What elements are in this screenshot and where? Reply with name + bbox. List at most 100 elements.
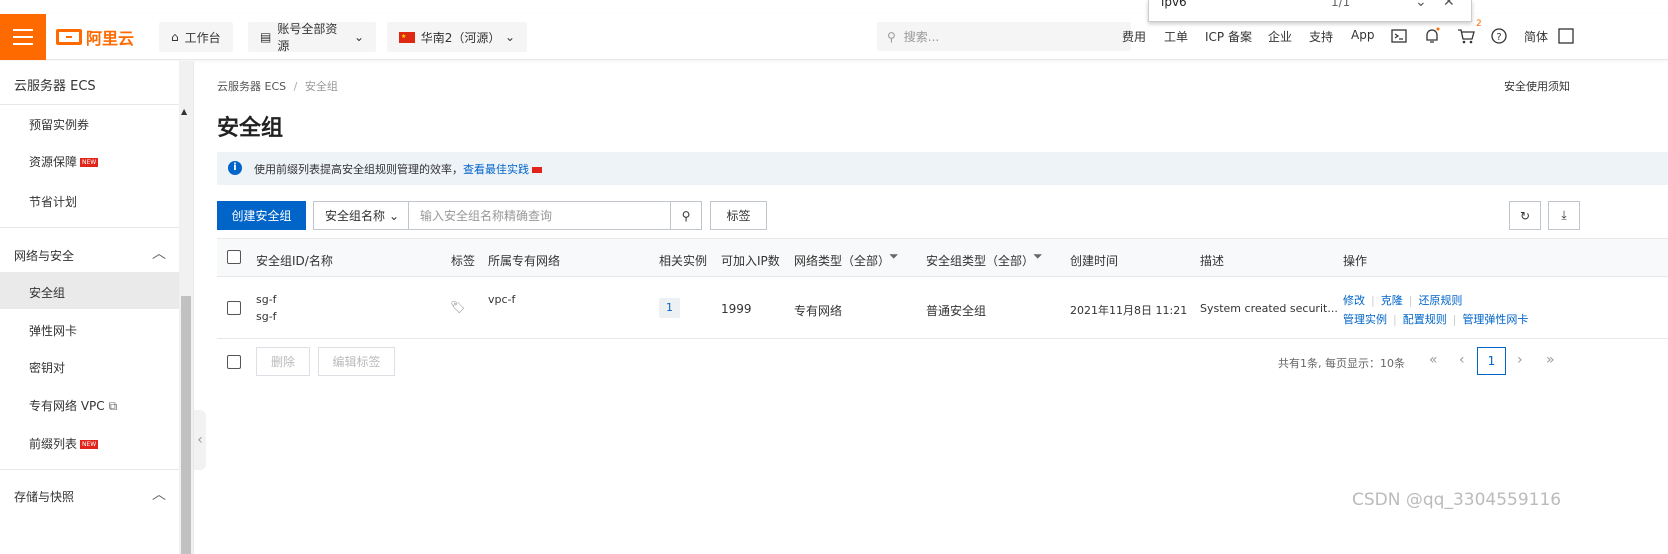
sidebar-item-eni[interactable]: 弹性网卡 [29, 322, 77, 339]
col-network-type[interactable]: 网络类型（全部） [794, 252, 890, 269]
refresh-button[interactable]: ↻ [1509, 201, 1541, 230]
delete-button[interactable]: 删除 [256, 347, 310, 376]
filter-icon[interactable]: ⏷ [889, 249, 899, 264]
global-search-input[interactable]: ⚲ 搜索... [877, 22, 1131, 51]
search-input[interactable]: 输入安全组名称精确查询 [408, 201, 671, 230]
col-ip-count: 可加入IP数 [721, 254, 780, 268]
divider [0, 227, 179, 228]
new-badge: NEW [80, 158, 99, 167]
find-down-icon[interactable]: ⌄ [1415, 0, 1427, 10]
row-actions-line2: 管理实例 | 配置规则 | 管理弹性网卡 [1343, 313, 1529, 326]
new-badge: NEW [80, 440, 99, 449]
modify-link[interactable]: 修改 [1343, 294, 1365, 307]
avatar-icon[interactable] [1556, 26, 1576, 46]
create-security-group-button[interactable]: 创建安全组 [217, 201, 306, 230]
scroll-up-icon[interactable]: ▲ [181, 107, 187, 116]
region-dropdown[interactable]: ★ 华南2（河源） ⌄ [387, 22, 527, 52]
best-practice-link[interactable]: 查看最佳实践 [463, 163, 529, 176]
sidebar-item-reserved-instance[interactable]: 预留实例券 [29, 116, 89, 133]
vpc-link[interactable]: vpc-f [488, 293, 515, 306]
close-icon[interactable]: ✕ [1443, 0, 1455, 10]
resources-dropdown[interactable]: ▤ 账号全部资源 ⌄ [248, 22, 376, 53]
sg-type: 普通安全组 [926, 304, 987, 318]
col-sg-type[interactable]: 安全组类型（全部） [926, 252, 1034, 269]
manage-instances-link[interactable]: 管理实例 [1343, 313, 1387, 326]
sidebar-item-resource-guarantee[interactable]: 资源保障 NEW [29, 153, 99, 170]
notice-text: 使用前缀列表提高安全组规则管理的效率，查看最佳实践 [254, 161, 542, 177]
manage-eni-link[interactable]: 管理弹性网卡 [1462, 313, 1528, 326]
instances-count-badge[interactable]: 1 [659, 298, 680, 318]
breadcrumb-root[interactable]: 云服务器 ECS [217, 80, 286, 93]
chevron-up-icon[interactable]: ︿ [152, 243, 166, 263]
configure-rules-link[interactable]: 配置规则 [1403, 313, 1447, 326]
external-link-icon: ⧉ [108, 399, 118, 413]
chevron-down-icon: ⌄ [504, 30, 515, 44]
watermark: CSDN @qq_3304559116 [1352, 490, 1562, 510]
row-checkbox[interactable] [227, 301, 241, 315]
nav-billing[interactable]: 费用 [1122, 28, 1146, 45]
sidebar-item-prefix-list[interactable]: 前缀列表 NEW [29, 435, 99, 452]
nav-enterprise[interactable]: 企业 [1268, 28, 1292, 45]
download-button[interactable]: ⤓ [1548, 201, 1580, 230]
find-count: 1/1 [1331, 0, 1351, 9]
filter-icon[interactable]: ⏷ [1033, 249, 1043, 264]
sidebar-scrollbar-thumb[interactable] [181, 296, 191, 554]
sidebar-item-vpc[interactable]: 专有网络 VPC ⧉ [29, 397, 117, 414]
chevron-up-icon[interactable]: ︿ [152, 484, 166, 504]
restore-rules-link[interactable]: 还原规则 [1418, 294, 1462, 307]
col-vpc: 所属专有网络 [488, 254, 561, 268]
chevron-down-icon: ⌄ [389, 208, 400, 223]
created-time: 2021年11月8日 11:21 [1070, 304, 1188, 317]
bell-icon[interactable] [1422, 26, 1442, 46]
row-actions-line1: 修改 | 克隆 | 还原规则 [1343, 294, 1463, 307]
breadcrumb-current: 安全组 [304, 80, 338, 93]
first-page-icon[interactable]: « [1429, 352, 1438, 368]
col-description: 描述 [1200, 254, 1225, 268]
refresh-icon: ↻ [1519, 208, 1531, 223]
next-page-icon[interactable]: › [1517, 352, 1523, 368]
new-badge [532, 167, 542, 173]
sidebar-item-savings-plan[interactable]: 节省计划 [29, 193, 77, 210]
tag-icon[interactable]: 🏷 [450, 300, 465, 314]
nav-icp[interactable]: ICP 备案 [1205, 28, 1252, 45]
sidebar-item-security-group-active[interactable] [0, 272, 179, 309]
sidebar-item-keypair[interactable]: 密钥对 [29, 359, 65, 376]
divider [0, 469, 179, 470]
sidebar-title: 云服务器 ECS [14, 79, 96, 94]
find-up-icon[interactable]: ⌃ [1381, 0, 1393, 10]
aliyun-logo[interactable]: 阿里云 [56, 25, 134, 49]
sg-id-link[interactable]: sg-f [256, 293, 277, 306]
filter-field-dropdown[interactable]: 安全组名称 ⌄ [313, 201, 409, 230]
pagination-summary: 共有1条, 每页显示：10条 [1278, 357, 1405, 370]
find-query[interactable]: ipv6 [1161, 0, 1187, 9]
sidebar-item-security-group[interactable]: 安全组 [29, 284, 65, 301]
menu-icon[interactable] [0, 14, 46, 60]
footer-select-checkbox[interactable] [227, 355, 241, 369]
sg-name: sg-f [256, 310, 277, 323]
edit-tags-button[interactable]: 编辑标签 [318, 347, 395, 376]
search-button[interactable]: ⚲ [670, 201, 702, 230]
cart-icon[interactable] [1456, 26, 1476, 46]
help-icon[interactable]: ? [1489, 26, 1509, 46]
security-notice-link[interactable]: 安全使用须知 [1504, 78, 1668, 94]
nav-tickets[interactable]: 工单 [1164, 28, 1188, 45]
clone-link[interactable]: 克隆 [1381, 294, 1403, 307]
last-page-icon[interactable]: » [1546, 352, 1555, 368]
select-all-checkbox[interactable] [227, 250, 241, 264]
notice-banner: i 使用前缀列表提高安全组规则管理的效率，查看最佳实践 [217, 152, 1668, 185]
prev-page-icon[interactable]: ‹ [1459, 352, 1465, 368]
terminal-icon[interactable] [1389, 26, 1409, 46]
language-switch[interactable]: 简体 [1524, 28, 1548, 45]
nav-support[interactable]: 支持 [1309, 28, 1333, 45]
nav-app[interactable]: App [1351, 28, 1374, 42]
divider [0, 104, 179, 105]
sidebar-group-network[interactable]: 网络与安全 [14, 247, 74, 264]
console-button[interactable]: ⌂ 工作台 [159, 22, 233, 52]
tag-filter-button[interactable]: 标签 [710, 201, 767, 230]
sidebar-group-storage[interactable]: 存储与快照 [14, 488, 74, 505]
page-1-button[interactable]: 1 [1477, 347, 1506, 375]
col-instances: 相关实例 [659, 254, 708, 268]
sidebar-collapse-handle[interactable]: ‹ [194, 410, 206, 470]
svg-text:?: ? [1496, 32, 1501, 43]
chevron-left-icon: ‹ [197, 432, 203, 448]
